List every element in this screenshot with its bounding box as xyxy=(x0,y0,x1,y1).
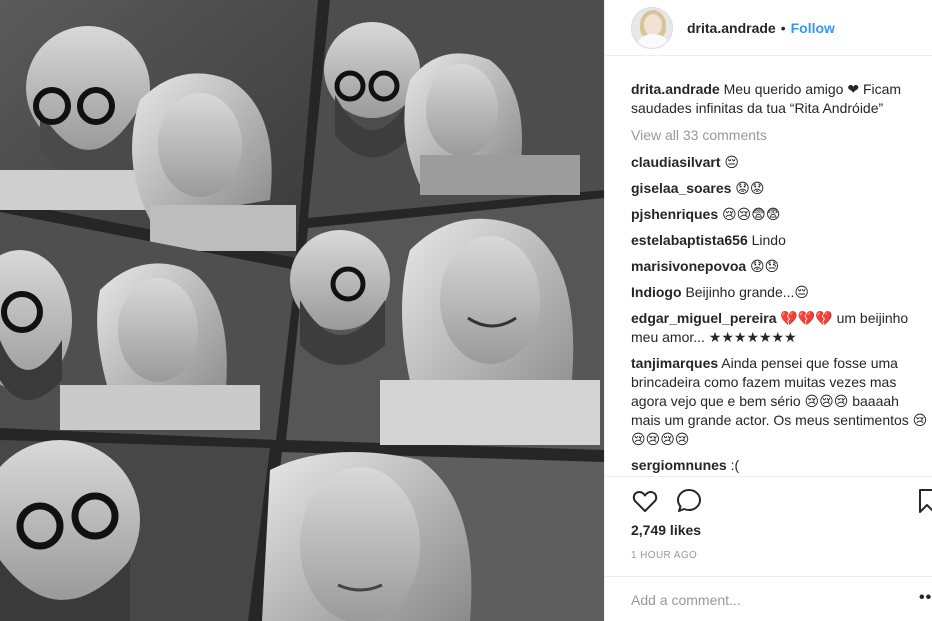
post-side-panel: drita.andrade • Follow drita.andrade Meu… xyxy=(604,0,932,621)
bookmark-icon[interactable] xyxy=(913,487,932,515)
comment-item: marisivonepovoa 😟😓 xyxy=(631,257,931,276)
comment-item: estelabaptista656 Lindo xyxy=(631,231,931,250)
post-timestamp: 1 HOUR AGO xyxy=(631,550,698,561)
comment-username[interactable]: estelabaptista656 xyxy=(631,232,748,248)
heart-icon[interactable] xyxy=(631,487,659,515)
comment-username[interactable]: edgar_miguel_pereira xyxy=(631,310,777,326)
comment-username[interactable]: tanjimarques xyxy=(631,355,718,371)
separator-dot: • xyxy=(780,19,786,36)
comments-list[interactable]: drita.andrade Meu querido amigo ❤ Ficam … xyxy=(631,80,931,476)
more-options-button[interactable]: •• xyxy=(919,589,932,607)
comment-item: tanjimarques Ainda pensei que fosse uma … xyxy=(631,354,931,449)
action-bar xyxy=(631,487,932,515)
add-comment-input[interactable] xyxy=(631,589,891,611)
comment-username[interactable]: Indiogo xyxy=(631,284,682,300)
comment-text: Lindo xyxy=(751,232,786,248)
post-caption: drita.andrade Meu querido amigo ❤ Ficam … xyxy=(631,80,931,118)
comment-text: 😟😓 xyxy=(750,258,780,274)
post-actions-section: 2,749 likes 1 HOUR AGO xyxy=(605,476,932,566)
post-photo[interactable] xyxy=(0,0,604,621)
author-username[interactable]: drita.andrade xyxy=(687,20,776,36)
avatar[interactable] xyxy=(631,6,673,49)
collage-panel-4 xyxy=(286,198,604,450)
comment-text: 😢😢😨😨 xyxy=(722,206,781,222)
post-header: drita.andrade • Follow xyxy=(605,0,932,56)
comment-item: Indiogo Beijinho grande...😔 xyxy=(631,283,931,302)
comment-username[interactable]: sergiomnunes xyxy=(631,457,727,473)
comment-bubble-icon[interactable] xyxy=(675,487,703,515)
comment-item: sergiomnunes :( xyxy=(631,456,931,475)
comment-item: edgar_miguel_pereira 💔💔💔 um beijinho meu… xyxy=(631,309,931,347)
comment-text: :( xyxy=(730,457,740,473)
comment-username[interactable]: claudiasilvart xyxy=(631,154,721,170)
comment-text: 😟😟 xyxy=(735,180,765,196)
add-comment-section: •• xyxy=(605,576,932,621)
collage-panel-2 xyxy=(308,0,604,218)
comment-item: pjshenriques 😢😢😨😨 xyxy=(631,205,931,224)
comment-item: giselaa_soares 😟😟 xyxy=(631,179,931,198)
caption-username[interactable]: drita.andrade xyxy=(631,81,720,97)
follow-button[interactable]: Follow xyxy=(791,20,835,36)
comment-item: claudiasilvart 😔 xyxy=(631,153,931,172)
comment-username[interactable]: pjshenriques xyxy=(631,206,718,222)
view-all-comments-link[interactable]: View all 33 comments xyxy=(631,126,931,145)
photo-collage xyxy=(0,0,604,621)
likes-count[interactable]: 2,749 likes xyxy=(631,522,701,538)
comment-username[interactable]: marisivonepovoa xyxy=(631,258,746,274)
collage-panel-6 xyxy=(262,452,604,621)
collage-panel-5 xyxy=(0,440,270,621)
comment-username[interactable]: giselaa_soares xyxy=(631,180,731,196)
comment-text: Beijinho grande...😔 xyxy=(685,284,809,300)
comment-text: 😔 xyxy=(724,154,739,170)
